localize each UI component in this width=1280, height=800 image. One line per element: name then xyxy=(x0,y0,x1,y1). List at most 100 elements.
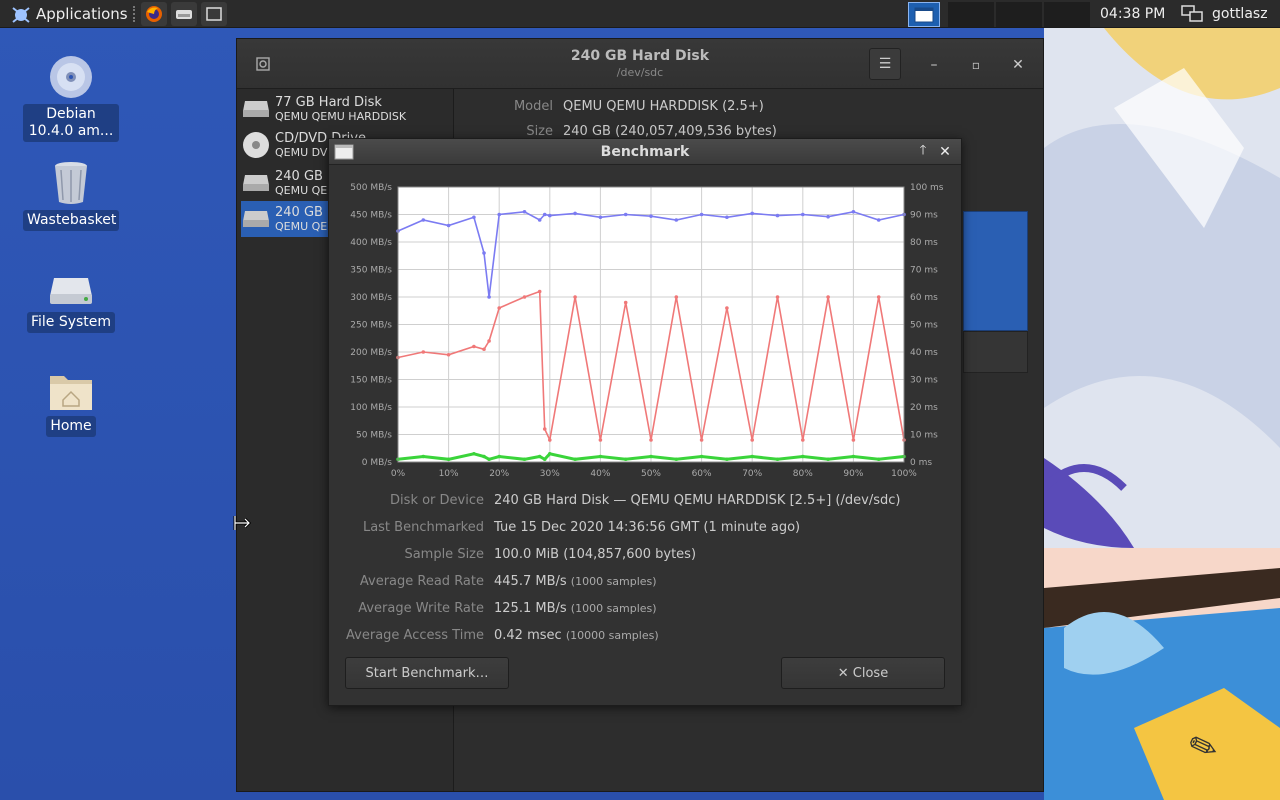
workspace-2[interactable] xyxy=(948,2,994,27)
series-point-1 xyxy=(548,438,552,442)
minimize-icon: – xyxy=(930,57,938,73)
panel-clock[interactable]: 04:38 PM xyxy=(1100,0,1165,28)
trash-icon xyxy=(55,162,87,204)
series-point-0 xyxy=(487,295,491,299)
series-point-1 xyxy=(497,306,501,310)
series-point-2 xyxy=(482,454,486,459)
x-tick-label: 80% xyxy=(793,469,813,479)
series-point-0 xyxy=(573,211,577,216)
network-icon[interactable] xyxy=(1180,4,1204,24)
desktop-icon-label: Home xyxy=(46,416,96,437)
disks-launcher[interactable] xyxy=(171,2,197,26)
series-point-2 xyxy=(851,454,856,459)
y2-tick-label: 40 ms xyxy=(910,348,938,358)
series-point-0 xyxy=(537,218,542,222)
series-point-0 xyxy=(876,218,881,222)
desktop-icon-wastebasket[interactable]: Wastebasket xyxy=(23,160,119,231)
disks-titlebar[interactable]: 240 GB Hard Disk /dev/sdc ☰ – ▫ ✕ xyxy=(237,39,1043,89)
info-key: Average Write Rate xyxy=(358,601,484,616)
x-tick-label: 60% xyxy=(692,469,712,479)
series-point-2 xyxy=(487,457,491,462)
menu-button[interactable]: ☰ xyxy=(869,48,901,80)
home-folder-icon xyxy=(50,376,92,410)
series-point-1 xyxy=(472,344,476,349)
applications-label: Applications xyxy=(36,5,128,23)
dialog-close-button[interactable]: ✕ xyxy=(935,142,955,162)
drive-icon xyxy=(50,278,92,304)
info-key: Average Read Rate xyxy=(359,574,484,589)
series-point-1 xyxy=(801,438,805,442)
series-point-0 xyxy=(421,218,426,222)
series-point-0 xyxy=(750,211,754,216)
benchmark-titlebar[interactable]: Benchmark 🡑 ✕ xyxy=(329,139,961,165)
drive-sub: QEMU QE xyxy=(275,184,328,197)
series-point-0 xyxy=(446,223,451,228)
series-point-0 xyxy=(674,218,679,222)
series-point-1 xyxy=(750,438,754,442)
firefox-icon xyxy=(146,6,162,22)
harddisk-icon xyxy=(243,175,269,191)
series-point-1 xyxy=(623,300,628,305)
y2-tick-label: 70 ms xyxy=(910,266,938,276)
disks-icon xyxy=(176,10,192,19)
benchmark-chart: 0% 10% 20% 30% 40% 50% 60% 70% 80% 90% 100% 0 MB/s 0… xyxy=(337,175,955,485)
series-point-2 xyxy=(548,451,552,456)
x-tick-label: 20% xyxy=(489,469,509,479)
desktop-icon-debian[interactable]: Debian 10.4.0 am... xyxy=(23,54,119,142)
series-point-1 xyxy=(573,295,577,299)
keep-above-button[interactable]: 🡑 xyxy=(913,142,933,162)
drive-item-77gb[interactable]: 77 GB Hard Disk QEMU QEMU HARDDISK xyxy=(241,91,451,127)
info-value: 0.42 msec (10000 samples) xyxy=(494,628,659,643)
drive-sub: QEMU QE xyxy=(275,220,328,233)
workspace-1[interactable] xyxy=(908,2,940,27)
maximize-button[interactable]: ▫ xyxy=(961,52,991,78)
firefox-launcher[interactable] xyxy=(141,2,167,26)
partition-toolbar xyxy=(963,331,1028,373)
desktop-icon-label: Wastebasket xyxy=(23,210,119,231)
info-key: Average Access Time xyxy=(346,628,484,643)
series-point-2 xyxy=(876,457,881,462)
desktop-icon-home[interactable]: Home xyxy=(23,370,119,437)
harddisk-icon xyxy=(243,101,269,117)
series-point-1 xyxy=(537,289,542,294)
arrow-up-icon: 🡑 xyxy=(919,143,927,158)
series-point-1 xyxy=(699,438,704,442)
series-point-2 xyxy=(421,454,426,459)
panel-user[interactable]: gottlasz xyxy=(1212,0,1268,28)
applications-menu-button[interactable]: Applications xyxy=(4,0,134,28)
info-value: 125.1 MB/s (1000 samples) xyxy=(494,601,657,616)
workspace-window-icon xyxy=(914,7,934,22)
series-point-2 xyxy=(674,457,679,462)
series-point-0 xyxy=(482,251,486,255)
y-tick-label: 200 MB/s xyxy=(350,348,392,358)
desktop-icon-file-system[interactable]: File System xyxy=(23,274,119,333)
minimize-button[interactable]: – xyxy=(919,52,949,78)
y2-tick-label: 0 ms xyxy=(910,458,932,468)
series-point-2 xyxy=(725,457,729,462)
series-point-2 xyxy=(537,454,542,459)
close-window-button[interactable]: ✕ xyxy=(1003,52,1033,78)
hamburger-icon: ☰ xyxy=(878,56,892,72)
x-tick-label: 100% xyxy=(891,469,917,479)
series-point-0 xyxy=(542,212,547,217)
series-point-1 xyxy=(542,427,547,431)
start-benchmark-button[interactable]: Start Benchmark… xyxy=(345,657,509,689)
series-point-0 xyxy=(801,212,805,217)
drive-name: 240 GB xyxy=(275,205,323,220)
window-launcher[interactable] xyxy=(201,2,227,26)
y-tick-label: 500 MB/s xyxy=(350,183,392,193)
size-value: 240 GB (240,057,409,536 bytes) xyxy=(563,124,777,139)
wallpaper-art: ✎ xyxy=(1044,28,1280,800)
drive-sub: QEMU QEMU HARDDISK xyxy=(275,110,407,123)
series-point-1 xyxy=(522,295,527,299)
y-tick-label: 150 MB/s xyxy=(350,376,392,386)
partition-block[interactable] xyxy=(963,211,1028,331)
series-point-2 xyxy=(801,454,805,459)
workspace-4[interactable] xyxy=(1044,2,1090,27)
series-point-0 xyxy=(598,215,603,220)
series-point-1 xyxy=(674,295,679,299)
series-point-1 xyxy=(421,350,426,354)
workspace-3[interactable] xyxy=(996,2,1042,27)
close-button[interactable]: ✕ Close xyxy=(781,657,945,689)
desktop-icon-label: File System xyxy=(26,312,116,333)
